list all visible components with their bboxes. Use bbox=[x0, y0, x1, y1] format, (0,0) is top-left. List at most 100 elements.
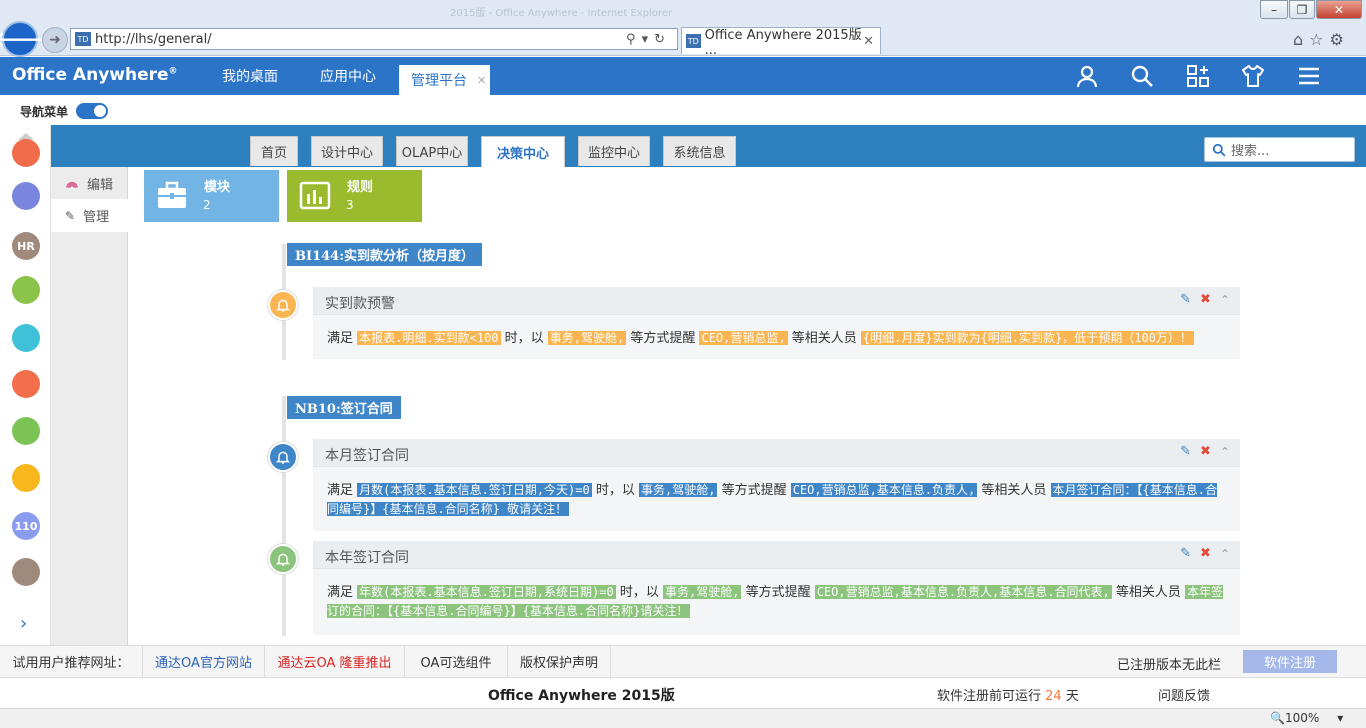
subtab-monitor[interactable]: 监控中心 bbox=[578, 136, 650, 166]
close-window-button[interactable]: ✕ bbox=[1316, 0, 1362, 19]
feedback-link[interactable]: 问题反馈 bbox=[1158, 685, 1210, 704]
highlight-token: 年数(本报表.基本信息.签订日期,系统日期)=0 bbox=[357, 585, 616, 599]
user-icon[interactable] bbox=[1075, 64, 1099, 88]
expand-sidebar-icon[interactable]: › bbox=[20, 613, 27, 634]
nav-menu-toggle[interactable] bbox=[76, 103, 108, 119]
delete-icon[interactable]: ✖ bbox=[1200, 546, 1211, 561]
app-logo[interactable]: Office Anywhere® bbox=[12, 65, 178, 85]
zoom-level[interactable]: 🔍100% ▾ bbox=[1270, 711, 1343, 725]
footer-link-components[interactable]: OA可选组件 bbox=[405, 645, 508, 678]
nav-tab-apps[interactable]: 应用中心 bbox=[320, 57, 376, 95]
nav-tab-desktop[interactable]: 我的桌面 bbox=[222, 57, 278, 95]
edit-icon[interactable]: ✎ bbox=[1180, 546, 1191, 561]
subtab-home[interactable]: 首页 bbox=[250, 136, 298, 166]
menu-hamburger-icon[interactable] bbox=[1297, 64, 1321, 88]
rule-header: 实到款预警 ✎ ✖ ⌃ bbox=[313, 287, 1240, 315]
bar-chart-icon[interactable] bbox=[12, 417, 40, 445]
section-header: BI144:实到款分析（按月度） bbox=[287, 243, 483, 266]
home-icon[interactable]: ⌂ bbox=[1293, 30, 1309, 49]
section-header: NB10:签订合同 bbox=[287, 396, 401, 419]
left-menu-edit[interactable]: 编辑 bbox=[51, 167, 128, 199]
settings-gear-icon[interactable]: ⚙ bbox=[1330, 30, 1350, 49]
attachment-icon[interactable] bbox=[12, 558, 40, 586]
rule-text: 满足 本报表.明细.实到款<100 时，以 事务,驾驶舱, 等方式提醒 CEO,… bbox=[327, 329, 1227, 348]
highlight-token: 月数(本报表.基本信息.签订日期,今天)=0 bbox=[357, 483, 592, 497]
browser-title-bar: 2015版 - Office Anywhere - Internet Explo… bbox=[0, 0, 1366, 22]
rule-text-part: 满足 bbox=[327, 585, 358, 600]
ticket-icon[interactable] bbox=[12, 464, 40, 492]
arrow-right-icon: ➜ bbox=[49, 32, 61, 48]
subtab-olap[interactable]: OLAP中心 bbox=[396, 136, 468, 166]
search-refresh-icons[interactable]: ⚲▾↻ bbox=[626, 32, 671, 47]
trial-info: 软件注册前可运行 24 天 bbox=[937, 689, 1079, 704]
favorites-star-icon[interactable]: ☆ bbox=[1309, 30, 1329, 49]
left-menu-panel bbox=[51, 167, 128, 645]
rule-panel: 本月签订合同 ✎ ✖ ⌃ 满足 月数(本报表.基本信息.签订日期,今天)=0 时… bbox=[313, 439, 1240, 531]
highlight-token: 事务,驾驶舱, bbox=[638, 483, 718, 497]
rule-text-part: 等相关人员 bbox=[787, 331, 861, 346]
window-title: 2015版 - Office Anywhere - Internet Explo… bbox=[450, 8, 673, 19]
rule-title: 实到款预警 bbox=[325, 296, 395, 312]
footer-link-copyright[interactable]: 版权保护声明 bbox=[508, 645, 611, 678]
forward-button[interactable]: ➜ bbox=[42, 27, 68, 53]
highlight-token: 事务,驾驶舱, bbox=[662, 585, 742, 599]
collapse-icon[interactable]: ⌃ bbox=[1220, 445, 1230, 459]
briefcase-icon bbox=[158, 181, 186, 208]
card-rules[interactable]: 规则 3 bbox=[287, 170, 422, 222]
card-title: 规则 bbox=[347, 180, 374, 195]
search-box[interactable]: 搜索... bbox=[1204, 137, 1355, 162]
calendar-icon[interactable] bbox=[12, 139, 40, 167]
browser-icons[interactable]: ⌂☆⚙ bbox=[1293, 30, 1350, 49]
collapse-icon[interactable]: ⌃ bbox=[1220, 293, 1230, 307]
subtab-sysinfo[interactable]: 系统信息 bbox=[663, 136, 736, 166]
theme-shirt-icon[interactable] bbox=[1241, 64, 1265, 88]
dashboard-icon bbox=[66, 181, 78, 189]
footer-link-official[interactable]: 通达OA官方网站 bbox=[142, 645, 265, 678]
timeline-line bbox=[282, 396, 286, 636]
register-button[interactable]: 软件注册 bbox=[1243, 650, 1337, 673]
browser-status-bar bbox=[0, 708, 1366, 728]
subtab-design[interactable]: 设计中心 bbox=[311, 136, 383, 166]
hand-icon[interactable] bbox=[12, 370, 40, 398]
minimize-button[interactable]: – bbox=[1260, 0, 1288, 19]
hr-icon[interactable]: HR bbox=[12, 232, 40, 260]
back-button[interactable]: 🡐 bbox=[0, 21, 47, 57]
nav-toggle-row bbox=[0, 95, 1366, 125]
subtab-decision[interactable]: 决策中心 bbox=[481, 136, 565, 167]
apps-grid-icon[interactable] bbox=[1186, 64, 1210, 88]
rule-text-part: 时，以 bbox=[591, 483, 639, 498]
tab-favicon: TD bbox=[686, 34, 701, 48]
address-bar[interactable]: TD http://lhs/general/ ⚲▾↻ bbox=[70, 28, 678, 50]
rule-text-part: 等方式提醒 bbox=[741, 585, 815, 600]
close-tab-icon[interactable]: ✕ bbox=[477, 74, 486, 87]
inbox-icon[interactable] bbox=[12, 324, 40, 352]
tab-title: Office Anywhere 2015版 ... bbox=[704, 28, 862, 58]
footer-link-cloud[interactable]: 通达云OA 隆重推出 bbox=[265, 645, 405, 678]
edit-icon[interactable]: ✎ bbox=[1180, 444, 1191, 459]
search-icon[interactable] bbox=[1130, 64, 1154, 88]
notes-icon[interactable] bbox=[12, 182, 40, 210]
delete-icon[interactable]: ✖ bbox=[1200, 444, 1211, 459]
edit-icon[interactable]: ✎ bbox=[1180, 292, 1191, 307]
highlight-token: {明细.月度}实到款为{明细.实到款}，低于预期（100万）！ bbox=[860, 331, 1194, 345]
delete-icon[interactable]: ✖ bbox=[1200, 292, 1211, 307]
rule-header: 本月签订合同 ✎ ✖ ⌃ bbox=[313, 439, 1240, 467]
site-favicon: TD bbox=[75, 32, 91, 46]
highlight-token: 事务,驾驶舱, bbox=[547, 331, 627, 345]
nav-tab-admin[interactable]: 管理平台 ✕ bbox=[399, 65, 490, 95]
card-modules[interactable]: 模块 2 bbox=[144, 170, 279, 222]
card-title: 模块 bbox=[204, 180, 231, 195]
close-tab-icon[interactable]: ✕ bbox=[863, 34, 874, 49]
collapse-icon[interactable]: ⌃ bbox=[1220, 547, 1230, 561]
nav-toggle-label: 导航菜单 bbox=[20, 105, 69, 119]
rule-text-part: 等方式提醒 bbox=[717, 483, 791, 498]
card-count: 2 bbox=[203, 198, 211, 212]
briefcase-icon[interactable] bbox=[12, 276, 40, 304]
search-icon bbox=[1212, 143, 1226, 156]
bell-icon bbox=[268, 290, 298, 320]
cloud-icon[interactable]: 110 bbox=[12, 512, 40, 540]
rule-text: 满足 月数(本报表.基本信息.签订日期,今天)=0 时，以 事务,驾驶舱, 等方… bbox=[327, 481, 1227, 519]
left-menu-manage[interactable]: ✎ 管理 bbox=[51, 199, 128, 232]
browser-tab[interactable]: TD Office Anywhere 2015版 ... ✕ bbox=[681, 27, 881, 58]
maximize-button[interactable]: ❐ bbox=[1289, 0, 1315, 19]
